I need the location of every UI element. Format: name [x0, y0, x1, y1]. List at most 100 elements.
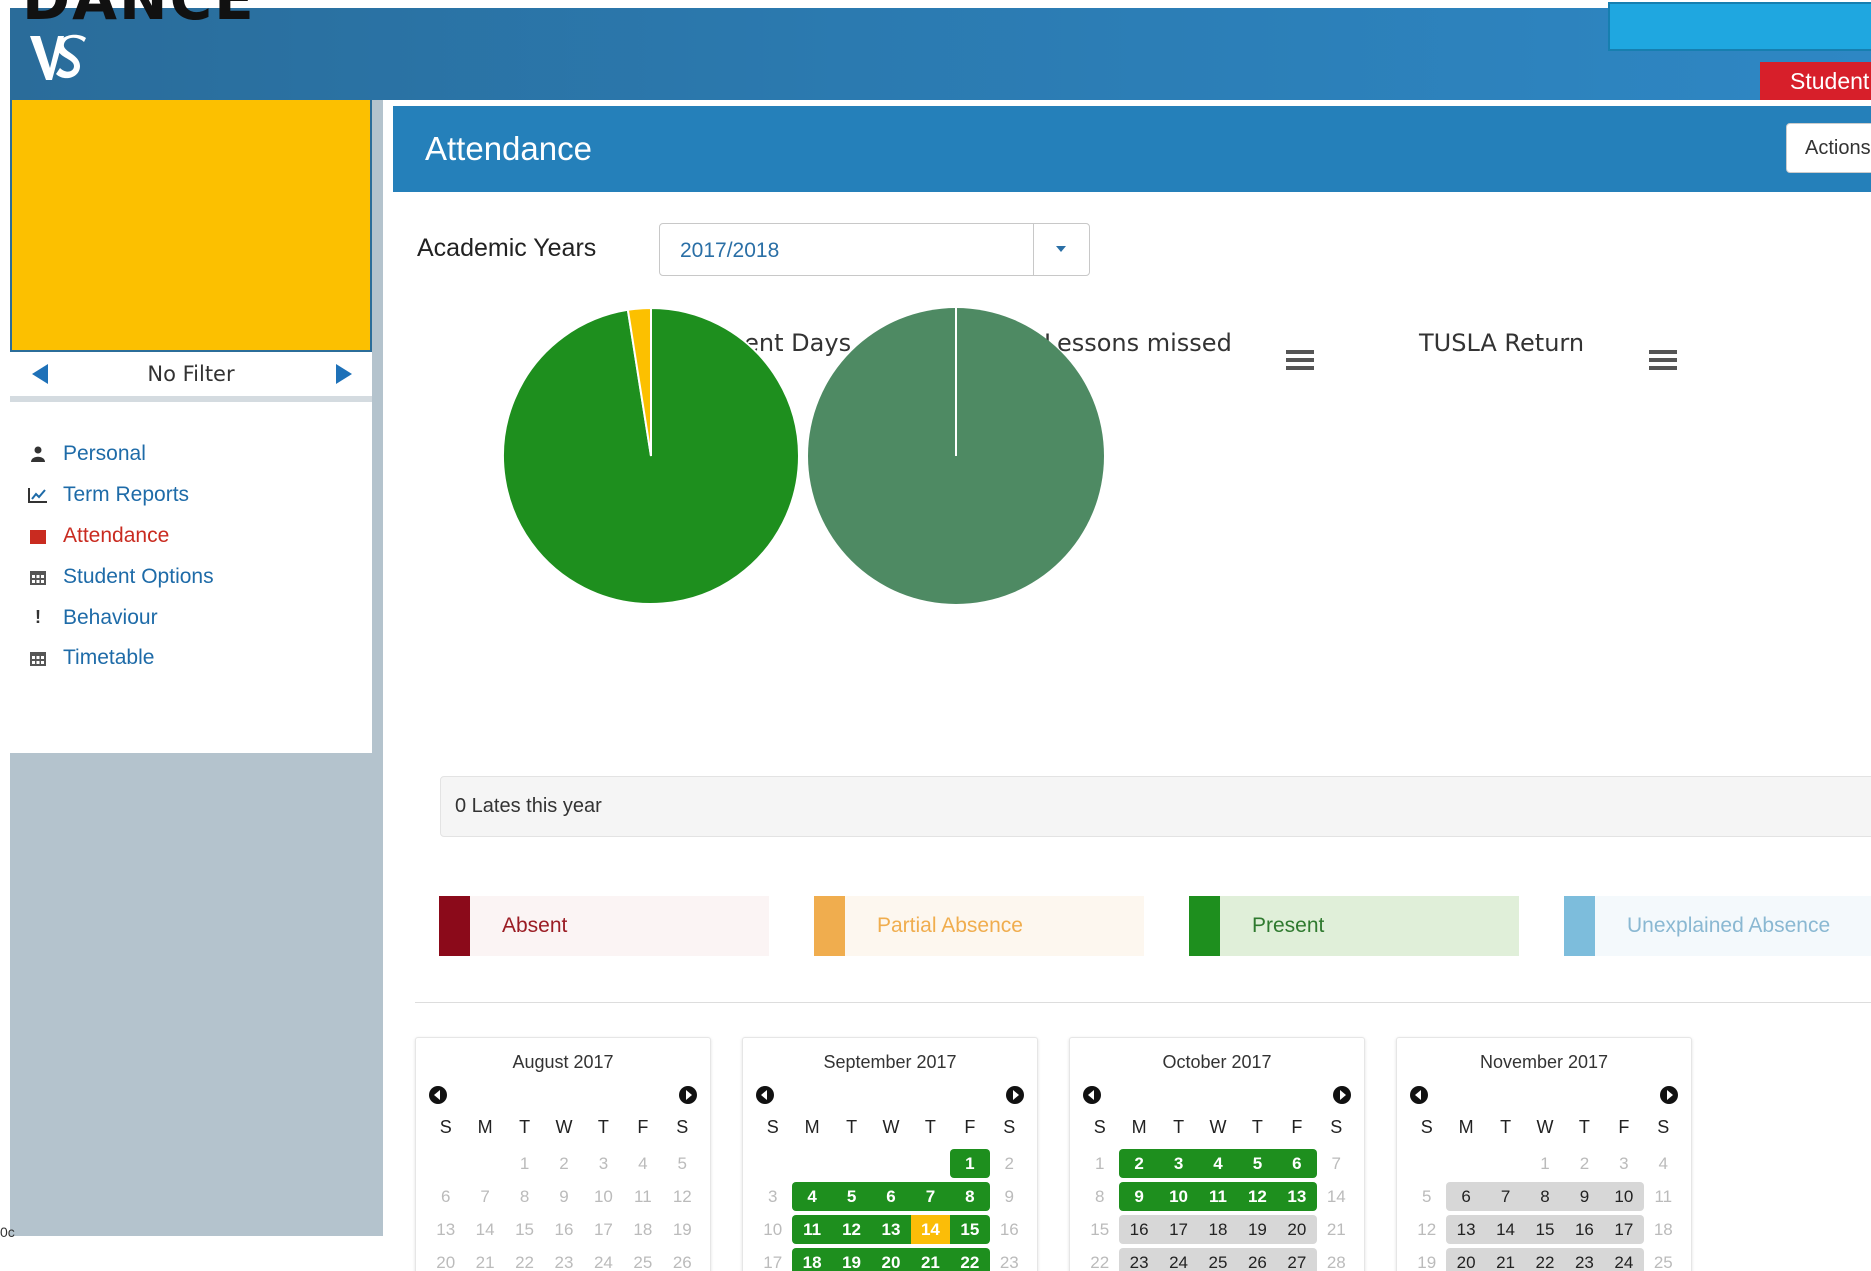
- calendar-day[interactable]: 19: [1407, 1248, 1446, 1271]
- calendar-day[interactable]: 20: [426, 1248, 465, 1271]
- calendar-day[interactable]: 10: [753, 1215, 792, 1244]
- filter-next-arrow-icon[interactable]: [336, 364, 352, 384]
- calendar-day[interactable]: 5: [1407, 1182, 1446, 1211]
- calendar-day[interactable]: 18: [792, 1248, 832, 1271]
- calendar-day[interactable]: 2: [544, 1149, 583, 1178]
- calendar-day[interactable]: 24: [584, 1248, 623, 1271]
- next-month-icon[interactable]: [679, 1086, 697, 1104]
- calendar-day[interactable]: 18: [623, 1215, 662, 1244]
- calendar-day[interactable]: 11: [1198, 1182, 1238, 1211]
- calendar-day[interactable]: 24: [1158, 1248, 1199, 1271]
- calendar-day[interactable]: 26: [663, 1248, 702, 1271]
- calendar-day[interactable]: 15: [950, 1215, 990, 1244]
- calendar-day[interactable]: 18: [1198, 1215, 1238, 1244]
- calendar-day[interactable]: 18: [1644, 1215, 1683, 1244]
- calendar-day[interactable]: 24: [1604, 1248, 1644, 1271]
- calendar-day[interactable]: 19: [1237, 1215, 1278, 1244]
- calendar-day[interactable]: 22: [950, 1248, 990, 1271]
- calendar-day[interactable]: 14: [910, 1215, 951, 1244]
- calendar-day[interactable]: 13: [426, 1215, 465, 1244]
- sidebar-item-personal[interactable]: Personal: [10, 434, 372, 475]
- calendar-day[interactable]: 1: [1080, 1149, 1119, 1178]
- calendar-day[interactable]: 21: [1485, 1248, 1526, 1271]
- calendar-day[interactable]: 11: [1644, 1182, 1683, 1211]
- prev-month-icon[interactable]: [1083, 1086, 1101, 1104]
- calendar-day[interactable]: 2: [990, 1149, 1029, 1178]
- sidebar-item-attendance[interactable]: Attendance: [10, 516, 372, 557]
- calendar-day[interactable]: 27: [1277, 1248, 1317, 1271]
- calendar-day[interactable]: 14: [465, 1215, 504, 1244]
- calendar-day[interactable]: 6: [426, 1182, 465, 1211]
- calendar-day[interactable]: 21: [465, 1248, 504, 1271]
- calendar-day[interactable]: 5: [1237, 1149, 1278, 1178]
- calendar-day[interactable]: 3: [1604, 1149, 1643, 1178]
- calendar-day[interactable]: 4: [1198, 1149, 1238, 1178]
- calendar-day[interactable]: 15: [1525, 1215, 1565, 1244]
- calendar-day[interactable]: 7: [1485, 1182, 1526, 1211]
- calendar-day[interactable]: 23: [1564, 1248, 1605, 1271]
- calendar-day[interactable]: 10: [1158, 1182, 1199, 1211]
- vs-logo-icon[interactable]: [28, 28, 88, 88]
- calendar-day[interactable]: 10: [584, 1182, 623, 1211]
- calendar-day[interactable]: 10: [1604, 1182, 1644, 1211]
- calendar-day[interactable]: 8: [1080, 1182, 1119, 1211]
- calendar-day[interactable]: 12: [663, 1182, 702, 1211]
- calendar-day[interactable]: 19: [663, 1215, 702, 1244]
- calendar-day[interactable]: 25: [1644, 1248, 1683, 1271]
- calendar-day[interactable]: 28: [1317, 1248, 1356, 1271]
- calendar-day[interactable]: 1: [950, 1149, 990, 1178]
- next-month-icon[interactable]: [1660, 1086, 1678, 1104]
- calendar-day[interactable]: 17: [1604, 1215, 1644, 1244]
- top-search-button[interactable]: [1608, 2, 1871, 51]
- calendar-day[interactable]: 23: [544, 1248, 583, 1271]
- sidebar-item-timetable[interactable]: Timetable: [10, 638, 372, 679]
- prev-month-icon[interactable]: [1410, 1086, 1428, 1104]
- next-month-icon[interactable]: [1333, 1086, 1351, 1104]
- calendar-day[interactable]: 7: [465, 1182, 504, 1211]
- calendar-day[interactable]: 21: [910, 1248, 951, 1271]
- calendar-day[interactable]: 17: [584, 1215, 623, 1244]
- calendar-day[interactable]: 21: [1317, 1215, 1356, 1244]
- calendar-day[interactable]: 9: [990, 1182, 1029, 1211]
- calendar-day[interactable]: 12: [831, 1215, 872, 1244]
- calendar-day[interactable]: 5: [831, 1182, 872, 1211]
- calendar-day[interactable]: 2: [1565, 1149, 1604, 1178]
- calendar-day[interactable]: 14: [1485, 1215, 1526, 1244]
- sidebar-item-student-options[interactable]: Student Options: [10, 556, 372, 597]
- calendar-day[interactable]: 20: [1277, 1215, 1317, 1244]
- calendar-day[interactable]: 8: [1525, 1182, 1565, 1211]
- calendar-day[interactable]: 17: [753, 1248, 792, 1271]
- calendar-day[interactable]: 16: [544, 1215, 583, 1244]
- calendar-day[interactable]: 1: [505, 1149, 544, 1178]
- calendar-day[interactable]: 9: [1119, 1182, 1159, 1211]
- calendar-day[interactable]: 14: [1317, 1182, 1356, 1211]
- calendar-day[interactable]: 16: [990, 1215, 1029, 1244]
- calendar-day[interactable]: 15: [1080, 1215, 1119, 1244]
- calendar-day[interactable]: 22: [1080, 1248, 1119, 1271]
- calendar-day[interactable]: 1: [1525, 1149, 1564, 1178]
- calendar-day[interactable]: 9: [544, 1182, 583, 1211]
- next-month-icon[interactable]: [1006, 1086, 1024, 1104]
- filter-prev-arrow-icon[interactable]: [32, 364, 48, 384]
- calendar-day[interactable]: 8: [505, 1182, 544, 1211]
- calendar-day[interactable]: 23: [990, 1248, 1029, 1271]
- prev-month-icon[interactable]: [756, 1086, 774, 1104]
- calendar-day[interactable]: 12: [1237, 1182, 1278, 1211]
- calendar-day[interactable]: 4: [1644, 1149, 1683, 1178]
- student-tab[interactable]: Student: [1760, 62, 1871, 100]
- calendar-day[interactable]: 6: [1277, 1149, 1317, 1178]
- calendar-day[interactable]: 8: [950, 1182, 990, 1211]
- calendar-day[interactable]: 12: [1407, 1215, 1446, 1244]
- calendar-day[interactable]: 11: [792, 1215, 832, 1244]
- calendar-day[interactable]: 3: [1158, 1149, 1199, 1178]
- calendar-day[interactable]: 6: [871, 1182, 911, 1211]
- calendar-day[interactable]: 13: [871, 1215, 911, 1244]
- calendar-day[interactable]: 22: [505, 1248, 544, 1271]
- calendar-day[interactable]: 5: [663, 1149, 702, 1178]
- calendar-day[interactable]: 3: [753, 1182, 792, 1211]
- calendar-day[interactable]: 2: [1119, 1149, 1159, 1178]
- calendar-day[interactable]: 9: [1564, 1182, 1605, 1211]
- calendar-day[interactable]: 22: [1525, 1248, 1565, 1271]
- calendar-day[interactable]: 19: [831, 1248, 872, 1271]
- calendar-day[interactable]: 25: [1198, 1248, 1238, 1271]
